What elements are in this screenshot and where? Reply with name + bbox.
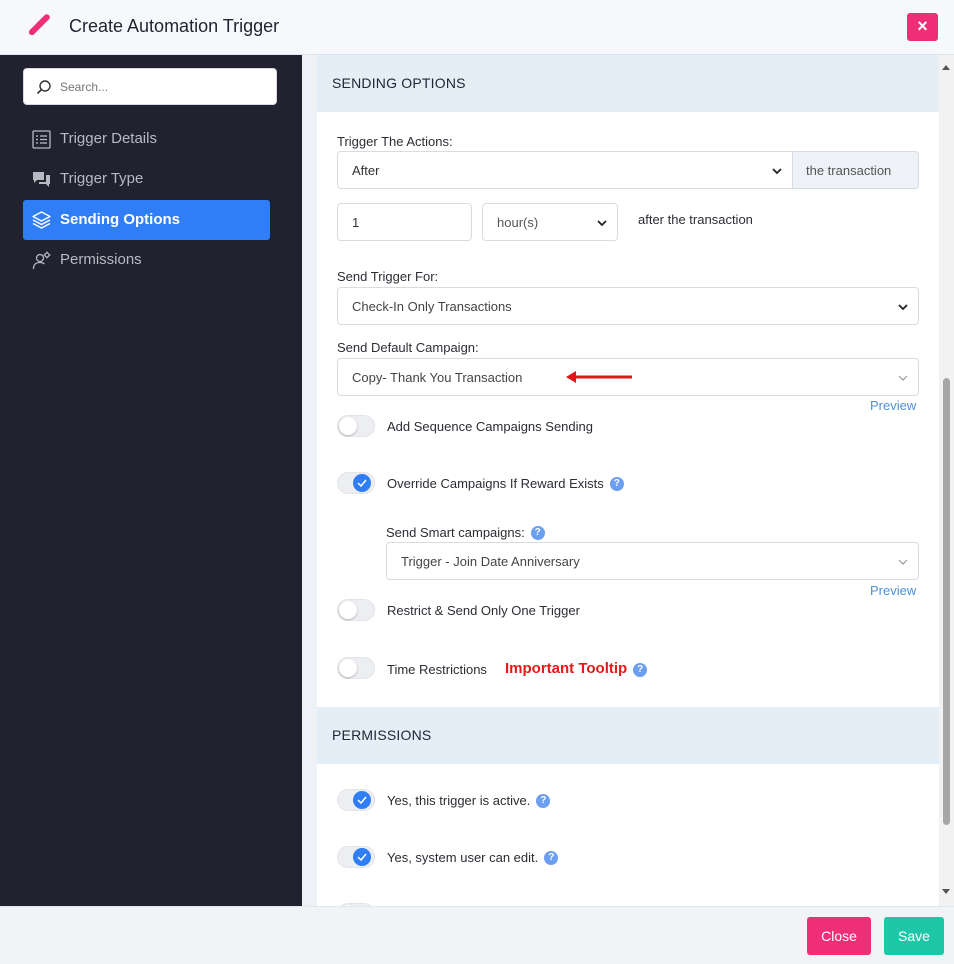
toggle-knob — [339, 659, 357, 677]
user-can-edit-label: Yes, system user can edit. — [387, 850, 539, 865]
chat-icon — [33, 172, 50, 187]
send-for-select[interactable]: Check-In Only Transactions — [337, 287, 919, 325]
important-tooltip-row: Important Tooltip? — [505, 660, 648, 677]
trigger-actions-value: After — [352, 163, 380, 178]
check-icon — [357, 853, 367, 861]
send-for-label: Send Trigger For: — [337, 269, 439, 284]
sidebar-item-trigger-type[interactable]: Trigger Type — [23, 159, 270, 199]
sending-options-card: Trigger The Actions: After the transacti… — [317, 112, 939, 707]
layers-icon — [32, 211, 51, 229]
send-for-value: Check-In Only Transactions — [352, 299, 512, 314]
check-icon — [357, 479, 367, 487]
sidebar-item-trigger-details[interactable]: Trigger Details — [23, 119, 270, 159]
close-modal-button[interactable]: × — [907, 13, 938, 41]
help-icon[interactable]: ? — [544, 851, 559, 865]
override-campaigns-toggle[interactable] — [337, 472, 375, 494]
time-restrictions-toggle[interactable] — [337, 657, 375, 679]
toggle-knob — [353, 474, 371, 492]
list-icon — [32, 130, 51, 149]
default-campaign-value: Copy- Thank You Transaction — [352, 370, 523, 385]
smart-campaigns-select[interactable]: Trigger - Join Date Anniversary — [386, 542, 919, 580]
add-sequence-toggle[interactable] — [337, 415, 375, 437]
chevron-down-icon — [898, 375, 908, 381]
main-scrollbar[interactable] — [939, 55, 954, 906]
sidebar-item-permissions[interactable]: Permissions — [23, 240, 270, 280]
default-campaign-select[interactable]: Copy- Thank You Transaction — [337, 358, 919, 396]
delay-value-input[interactable]: 1 — [337, 203, 472, 241]
search-icon — [36, 80, 51, 95]
permissions-header: PERMISSIONS — [317, 707, 939, 764]
sidebar: Trigger Details Trigger Type Sending Opt… — [0, 55, 302, 906]
pencil-icon — [28, 14, 50, 36]
restrict-one-trigger-toggle[interactable] — [337, 599, 375, 621]
modal-title: Create Automation Trigger — [69, 16, 280, 36]
red-arrow-icon — [566, 371, 632, 383]
sidebar-item-sending-options[interactable]: Sending Options — [23, 200, 270, 240]
user-can-edit-toggle[interactable] — [337, 846, 375, 868]
sidebar-item-label: Trigger Details — [60, 130, 157, 147]
delay-unit-value: hour(s) — [497, 215, 539, 230]
section-title: PERMISSIONS — [332, 727, 432, 743]
scroll-up-arrow[interactable] — [942, 65, 950, 70]
sidebar-item-label: Sending Options — [60, 211, 180, 228]
main-content: SENDING OPTIONS Trigger The Actions: Aft… — [302, 55, 954, 906]
default-campaign-label: Send Default Campaign: — [337, 340, 479, 355]
check-icon — [357, 796, 367, 804]
smart-campaigns-value: Trigger - Join Date Anniversary — [401, 554, 580, 569]
trigger-active-row: Yes, this trigger is active.? — [387, 793, 551, 808]
close-button[interactable]: Close — [807, 917, 871, 955]
chevron-down-icon — [898, 304, 908, 311]
help-icon[interactable]: ? — [609, 477, 624, 491]
user-can-edit-row: Yes, system user can edit.? — [387, 850, 559, 865]
sidebar-item-label: Trigger Type — [60, 170, 144, 187]
sidebar-item-label: Permissions — [60, 251, 142, 268]
toggle-knob — [339, 417, 357, 435]
smart-campaigns-row: Send Smart campaigns:? — [386, 525, 545, 540]
modal-footer: Close Save — [0, 906, 954, 964]
restrict-one-trigger-label: Restrict & Send Only One Trigger — [387, 603, 580, 618]
sending-options-header: SENDING OPTIONS — [317, 55, 939, 112]
help-icon[interactable]: ? — [633, 663, 648, 677]
override-campaigns-row: Override Campaigns If Reward Exists? — [387, 476, 624, 491]
user-gear-icon — [32, 251, 51, 270]
trigger-active-label: Yes, this trigger is active. — [387, 793, 531, 808]
chevron-down-icon — [772, 168, 782, 175]
scroll-down-arrow[interactable] — [942, 889, 950, 894]
add-sequence-label: Add Sequence Campaigns Sending — [387, 419, 593, 434]
trigger-actions-addon: the transaction — [793, 151, 919, 189]
trigger-actions-label: Trigger The Actions: — [337, 134, 453, 149]
permissions-card: Yes, this trigger is active.? Yes, syste… — [317, 764, 939, 906]
default-campaign-preview-link[interactable]: Preview — [870, 398, 916, 413]
search-input[interactable] — [60, 78, 260, 96]
toggle-knob — [353, 848, 371, 866]
chevron-down-icon — [597, 220, 607, 227]
smart-campaigns-label: Send Smart campaigns: — [386, 525, 525, 540]
toggle-knob — [353, 791, 371, 809]
trigger-actions-select[interactable]: After — [337, 151, 793, 189]
smart-campaigns-preview-link[interactable]: Preview — [870, 583, 916, 598]
time-restrictions-label: Time Restrictions — [387, 662, 487, 677]
section-title: SENDING OPTIONS — [332, 75, 466, 91]
scrollbar-thumb[interactable] — [943, 378, 950, 825]
important-tooltip-text: Important Tooltip — [505, 660, 628, 677]
delay-value: 1 — [352, 215, 360, 230]
trigger-active-toggle[interactable] — [337, 789, 375, 811]
addon-text: the transaction — [806, 163, 892, 178]
modal-header: Create Automation Trigger × — [0, 0, 954, 55]
toggle-knob — [339, 601, 357, 619]
chevron-down-icon — [898, 559, 908, 565]
save-button[interactable]: Save — [884, 917, 944, 955]
search-box[interactable] — [23, 68, 277, 105]
delay-unit-select[interactable]: hour(s) — [482, 203, 618, 241]
help-icon[interactable]: ? — [530, 526, 545, 540]
delay-suffix: after the transaction — [638, 212, 753, 227]
override-campaigns-label: Override Campaigns If Reward Exists — [387, 476, 604, 491]
help-icon[interactable]: ? — [536, 794, 551, 808]
